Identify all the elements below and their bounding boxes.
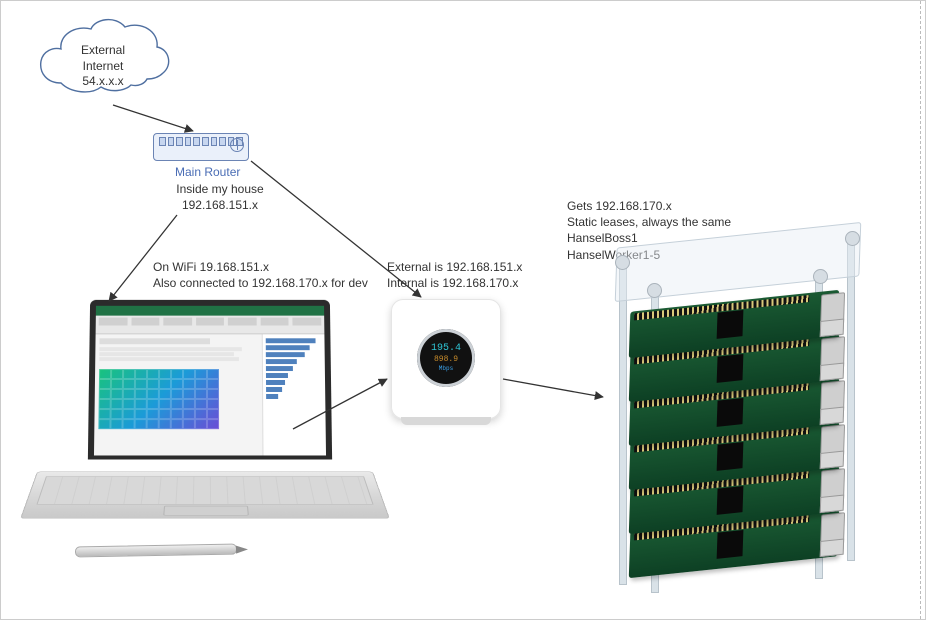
arrow-ap-to-cluster [503, 379, 603, 397]
diagram-canvas: External Internet 54.x.x.x Main Router I… [0, 0, 926, 620]
cloud-line3: 54.x.x.x [33, 74, 173, 90]
router-device [153, 133, 249, 161]
router-note-line2: 192.168.151.x [165, 197, 275, 213]
laptop-device [19, 299, 389, 549]
access-point-display: 195.4 898.9 Mbps [417, 329, 475, 387]
cloud-line2: Internet [33, 59, 173, 75]
access-point-note: External is 192.168.151.x Internal is 19… [387, 259, 522, 291]
router-status-icon [230, 138, 244, 152]
canvas-right-margin [920, 1, 921, 619]
cloud-external-internet: External Internet 54.x.x.x [33, 17, 173, 109]
ap-display-main: 195.4 [431, 343, 461, 355]
router-label: Main Router [175, 164, 240, 180]
raspberry-pi-cluster [607, 233, 887, 603]
ap-display-sub: 898.9 [434, 355, 458, 364]
ap-display-unit: Mbps [439, 366, 453, 373]
laptop-keyboard [20, 472, 390, 519]
stylus-pen [75, 544, 237, 558]
excel-bar-chart-icon [262, 334, 326, 459]
access-point-device: 195.4 898.9 Mbps [391, 299, 501, 419]
router-note: Inside my house 192.168.151.x [165, 181, 275, 213]
excel-heatmap-icon [98, 369, 219, 429]
router-note-line1: Inside my house [165, 181, 275, 197]
laptop-screen [88, 300, 332, 460]
cloud-line1: External [33, 43, 173, 59]
laptop-network-note: On WiFi 19.168.151.x Also connected to 1… [153, 259, 368, 291]
